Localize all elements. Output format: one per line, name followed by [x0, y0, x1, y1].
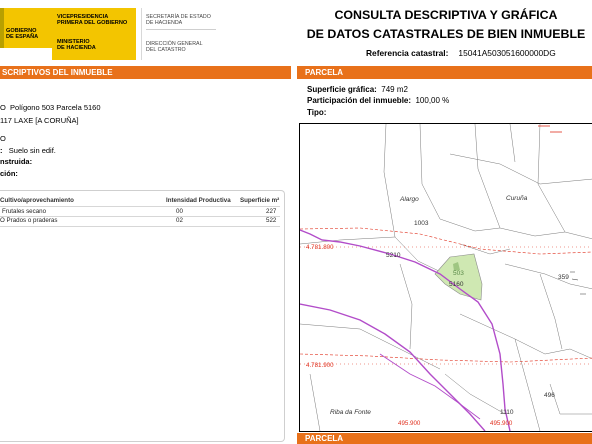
ministry-logo: VICEPRESIDENCIA PRIMERA DEL GOBIERNO MIN…: [52, 8, 136, 60]
parcel-number-1003: 1003: [414, 220, 429, 227]
section-bar-parcela-bottom: PARCELA: [297, 433, 592, 444]
participacion-label: Participación del inmueble:: [307, 96, 412, 105]
dgc-block: SECRETARÍA DE ESTADO DE HACIENDA DIRECCI…: [141, 8, 220, 60]
col-cultivo: Cultivo/aprovechamiento: [0, 197, 74, 204]
superficie-row: Superficie gráfica: 749 m2: [307, 85, 408, 94]
address-value: 117 LAXE [A CORUÑA]: [0, 116, 79, 125]
gobierno-logo: GOBIERNO DE ESPAÑA: [4, 8, 52, 48]
uso-row: : Suelo sin edif.: [0, 146, 56, 155]
crop-header-divider: [0, 206, 280, 207]
crop-row-divider-2: [0, 226, 280, 227]
gov-line-2: DE ESPAÑA: [6, 34, 39, 40]
ministry-line-5: DE HACIENDA: [57, 45, 96, 51]
uso-value: Suelo sin edif.: [8, 146, 56, 155]
coord-label-1: 4.781.800: [306, 244, 334, 251]
participacion-value: 100,00 %: [415, 96, 450, 105]
ref-value: 15041A503051600000DG: [458, 48, 556, 58]
parcel-number-5160: 5160: [449, 281, 464, 288]
map-svg: [300, 124, 592, 431]
place-label-curuna: Curuña: [506, 195, 528, 202]
page-title: CONSULTA DESCRIPTIVA Y GRÁFICA DE DATOS …: [300, 6, 592, 44]
place-label-alargo: Alargo: [400, 196, 419, 203]
highlighted-parcel: [434, 253, 483, 301]
parcel-number-359: 359: [558, 274, 569, 281]
parcel-number-503: 503: [453, 270, 464, 277]
ministry-line-2: PRIMERA DEL GOBIERNO: [57, 20, 128, 26]
crop-row-2-intensidad: 02: [176, 217, 183, 224]
location-prefix: O: [0, 103, 6, 112]
tipo-row: Tipo:: [307, 108, 326, 117]
location-value: Polígono 503 Parcela 5160: [10, 103, 101, 112]
dgc-line-2: DE HACIENDA: [146, 20, 183, 26]
title-line-1: CONSULTA DESCRIPTIVA Y GRÁFICA: [334, 8, 558, 22]
construida-label: nstruida:: [0, 157, 33, 166]
title-line-2: DE DATOS CATASTRALES DE BIEN INMUEBLE: [306, 27, 586, 41]
cadastral-reference: Referencia catastral: 15041A503051600000D…: [366, 48, 556, 58]
section-bar-parcela: PARCELA: [297, 66, 592, 79]
uso-label: :: [0, 146, 3, 155]
coord-label-2: 4.781.900: [306, 362, 334, 369]
crops-table: [0, 190, 285, 442]
crop-row-1-cultivo: Frutales secano: [2, 208, 47, 215]
col-superficie: Superficie m²: [240, 197, 280, 204]
crop-row-1-intensidad: 00: [176, 208, 183, 215]
crop-row-2-superficie: 522: [266, 217, 277, 224]
place-label-riba: Riba da Fonte: [330, 409, 371, 416]
parcel-number-1110: 1110: [500, 409, 514, 416]
ref-label: Referencia catastral:: [366, 48, 449, 58]
col-intensidad: Intensidad Productiva: [166, 197, 231, 204]
crop-row-2-cultivo: O Prados o praderas: [0, 217, 58, 224]
superficie-label: Superficie gráfica:: [307, 85, 377, 94]
dgc-divider: [146, 29, 216, 30]
parcel-number-496: 496: [544, 392, 555, 399]
coord-label-4: 495.900: [490, 420, 513, 427]
crop-row-1-superficie: 227: [266, 208, 277, 215]
dgc-line-4: DEL CATASTRO: [146, 47, 186, 53]
location-row: O Polígono 503 Parcela 5160: [0, 103, 101, 112]
tipo-label: Tipo:: [307, 108, 327, 117]
cadastral-map[interactable]: Alargo Curuña Riba da Fonte 1003 5210 50…: [299, 123, 592, 432]
parcel-number-5210: 5210: [386, 252, 401, 259]
section-bar-descriptive: SCRIPTIVOS DEL INMUEBLE: [0, 66, 291, 79]
coord-label-3: 495.900: [398, 420, 421, 427]
clase-fragment: O: [0, 134, 6, 143]
construccion-label: ción:: [0, 169, 18, 178]
superficie-value: 749 m2: [381, 85, 408, 94]
participacion-row: Participación del inmueble: 100,00 %: [307, 96, 449, 105]
